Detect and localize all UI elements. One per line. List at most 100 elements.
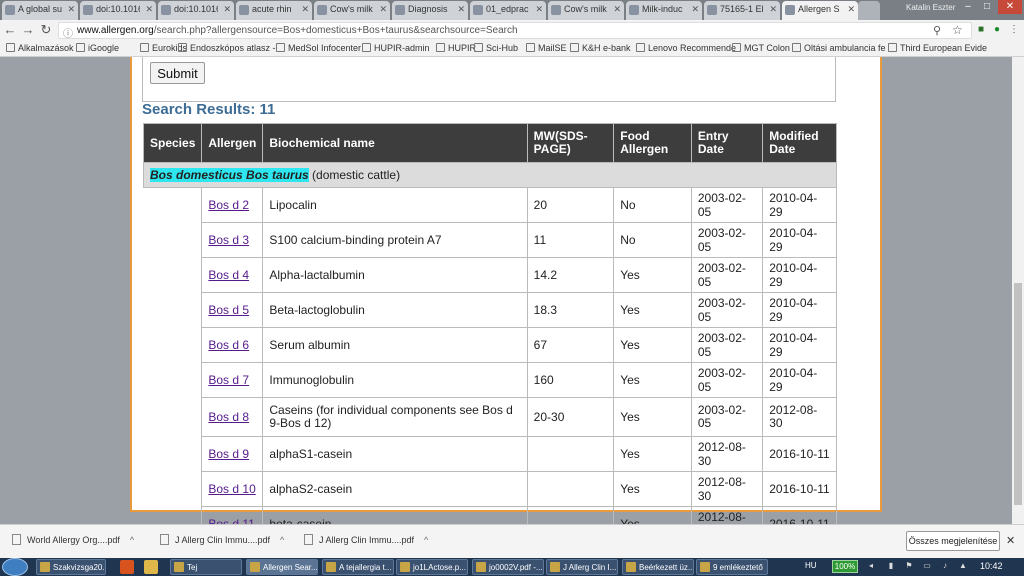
tab-close-icon[interactable]: ✕ [145,4,153,15]
taskbar-item[interactable]: Allergen Sear... [246,559,318,575]
browser-tab[interactable]: acute rhin ✕ [236,1,312,20]
chevron-up-icon[interactable]: ^ [130,535,134,545]
browser-tab[interactable]: Cow's milk ✕ [548,1,624,20]
taskbar-item[interactable]: jo0002V.pdf -... [472,559,544,575]
extension-icon[interactable]: ■ [974,23,988,37]
bookmark-item[interactable]: Endoszkópos atlasz - [178,43,276,53]
app-icon [700,562,710,572]
start-button[interactable] [2,558,28,576]
close-window-icon[interactable]: ✕ [998,0,1022,14]
app-icon [400,562,410,572]
allergen-link[interactable]: Bos d 6 [208,338,249,352]
chevron-up-icon[interactable]: ^ [424,535,428,545]
allergen-link[interactable]: Bos d 5 [208,303,249,317]
tray-signal-icon[interactable]: ▲ [958,561,968,571]
battery-indicator[interactable]: 100% [832,560,858,573]
submit-button[interactable]: Submit [150,62,205,84]
minimize-icon[interactable]: – [960,0,976,14]
taskbar-item[interactable]: jo1LActose.p... [396,559,468,575]
tab-close-icon[interactable]: ✕ [301,4,309,15]
new-tab-button[interactable] [858,1,880,20]
forward-icon[interactable]: → [20,22,36,38]
download-item[interactable]: World Allergy Org....pdf ^ [12,534,134,545]
bookmark-item[interactable]: HUPIR-admin [362,43,430,53]
tab-close-icon[interactable]: ✕ [769,4,777,15]
taskbar-item[interactable]: 9 emlékeztető [696,559,768,575]
browser-tab[interactable]: doi:10.1016 ✕ [80,1,156,20]
bookmark-item[interactable]: Lenovo Recommende [636,43,736,53]
taskbar-item[interactable]: A tejallergia t... [322,559,394,575]
food-allergen-cell: Yes [613,397,692,437]
allergen-link[interactable]: Bos d 10 [208,482,255,496]
taskbar-item[interactable]: Beérkezett üz... [622,559,694,575]
browser-tab[interactable]: doi:10.1016 ✕ [158,1,234,20]
tab-close-icon[interactable]: ✕ [847,4,855,15]
browser-tab[interactable]: 01_edprac ✕ [470,1,546,20]
bookmark-item[interactable]: MailSE [526,43,567,53]
tab-close-icon[interactable]: ✕ [379,4,387,15]
allergen-link[interactable]: Bos d 3 [208,233,249,247]
taskbar-item[interactable]: J Allerg Clin I... [546,559,618,575]
header-mw: MW(SDS- PAGE) [526,123,615,163]
download-item[interactable]: J Allerg Clin Immu....pdf ^ [304,534,428,545]
zoom-icon[interactable]: ⚲ [933,24,941,37]
back-icon[interactable]: ← [2,22,18,38]
close-downloads-icon[interactable]: ✕ [1006,534,1015,547]
maximize-icon[interactable]: □ [979,0,995,14]
bookmark-item[interactable]: Alkalmazások [6,43,74,53]
modified-date-cell: 2010-04-29 [762,257,837,293]
download-item[interactable]: J Allerg Clin Immu....pdf ^ [160,534,284,545]
bookmark-item[interactable]: HUPIR [436,43,476,53]
profile-name[interactable]: Katalin Eszter [906,3,955,12]
modified-date-cell: 2016-10-11 [762,436,837,472]
browser-tab[interactable]: Diagnosis ✕ [392,1,468,20]
taskbar-item[interactable]: Szakvizsga20... [36,559,106,575]
browser-tab[interactable]: Allergen S ✕ [782,1,858,20]
allergen-cell: Bos d 7 [201,362,264,398]
bookmark-item[interactable]: K&H e-bank [570,43,631,53]
tab-close-icon[interactable]: ✕ [535,4,543,15]
species-empty-cell [143,436,203,472]
tab-close-icon[interactable]: ✕ [223,4,231,15]
tab-close-icon[interactable]: ✕ [613,4,621,15]
tab-close-icon[interactable]: ✕ [457,4,465,15]
bookmark-label: K&H e-bank [582,43,631,53]
browser-tab[interactable]: Cow's milk ✕ [314,1,390,20]
tray-monitor-icon[interactable]: ▭ [922,561,932,571]
bookmark-item[interactable]: iGoogle [76,43,119,53]
allergen-link[interactable]: Bos d 7 [208,373,249,387]
scrollbar-thumb[interactable] [1014,283,1022,505]
language-indicator[interactable]: HU [805,561,817,570]
tray-network-icon[interactable]: ▮ [886,561,896,571]
vertical-scrollbar[interactable] [1012,57,1024,524]
explorer-quick-icon[interactable] [120,560,134,574]
url-field[interactable]: ⓘ www.allergen.org/search.php?allergenso… [58,22,972,40]
chevron-up-icon[interactable]: ^ [280,535,284,545]
bookmark-item[interactable]: Sci-Hub [474,43,518,53]
reload-icon[interactable]: ↻ [38,22,54,38]
bookmark-item[interactable]: Third European Evide [888,43,987,53]
allergen-link[interactable]: Bos d 2 [208,198,249,212]
taskbar-item[interactable]: Tej [170,559,242,575]
bookmark-item[interactable]: MedSol Infocenter [276,43,361,53]
bookmark-item[interactable]: MGT Colon [732,43,790,53]
page-info-icon[interactable]: ⓘ [63,25,73,40]
browser-tab[interactable]: 75165-1 El ✕ [704,1,780,20]
tray-volume-icon[interactable]: ♪ [940,561,950,571]
tab-close-icon[interactable]: ✕ [691,4,699,15]
bookmark-star-icon[interactable]: ☆ [952,23,963,37]
allergen-link[interactable]: Bos d 8 [208,410,249,424]
tray-flag-icon[interactable]: ⚑ [904,561,914,571]
allergen-link[interactable]: Bos d 9 [208,447,249,461]
folder-quick-icon[interactable] [144,560,158,574]
allergen-link[interactable]: Bos d 4 [208,268,249,282]
tray-arrow-icon[interactable]: ◂ [866,561,876,571]
show-all-downloads-button[interactable]: Összes megjelenítése [906,531,1000,551]
bookmark-item[interactable]: Oltási ambulancia fe [792,43,886,53]
browser-tab[interactable]: A global su ✕ [2,1,78,20]
extension-green-icon[interactable]: ● [990,23,1004,37]
clock[interactable]: 10:42 [980,561,1003,571]
browser-tab[interactable]: Milk-induc ✕ [626,1,702,20]
tab-close-icon[interactable]: ✕ [67,4,75,15]
menu-icon[interactable]: ⋮ [1007,23,1021,37]
